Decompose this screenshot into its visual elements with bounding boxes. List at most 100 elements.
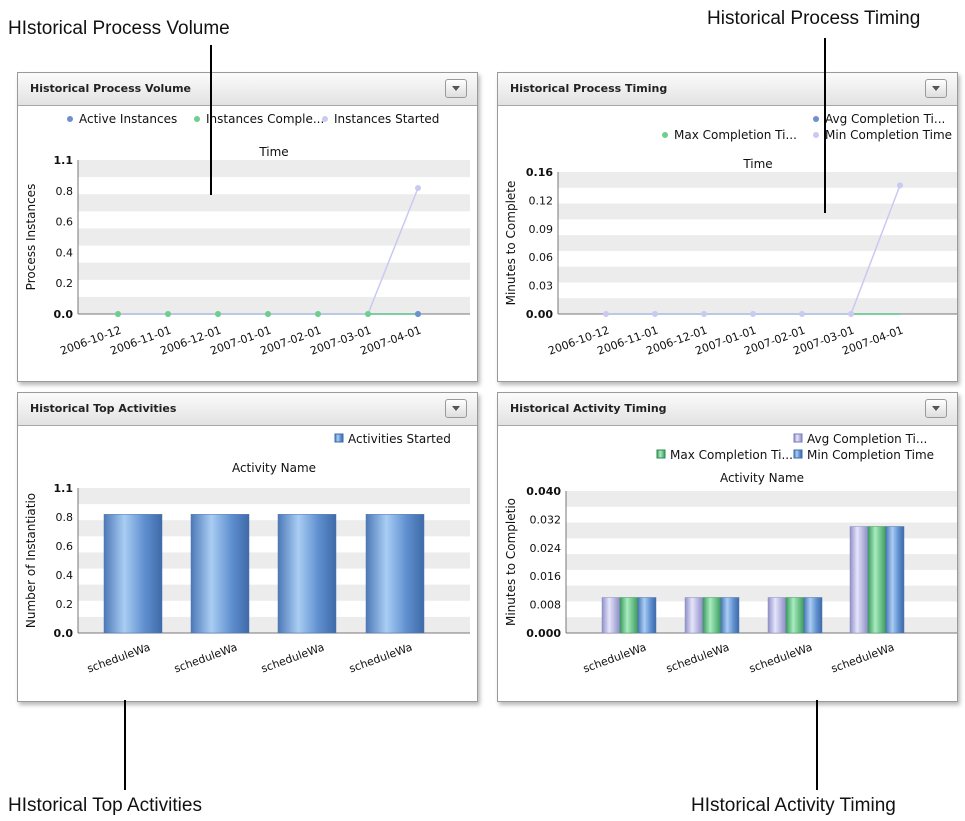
bar	[619, 597, 639, 634]
chart-title: Activity Name	[720, 471, 804, 485]
top-activities-chart: Activities Started 0.0 0.2 0.4 0.6 0.8 1.1 Acti…	[24, 432, 470, 676]
chevron-down-icon	[452, 86, 460, 91]
data-point	[603, 311, 609, 317]
y-tick-label: 0.024	[530, 542, 562, 555]
y-tick-label: 1.1	[54, 482, 74, 495]
chart-title: Time	[742, 157, 772, 171]
y-tick-label: 0.03	[529, 280, 554, 293]
bar	[785, 597, 805, 634]
legend-label: Max Completion Ti...	[674, 128, 797, 142]
data-point	[315, 311, 321, 317]
x-tick-label: scheduleWa	[829, 641, 896, 676]
callout-top-activities: HIstorical Top Activities	[8, 795, 202, 816]
data-point	[848, 311, 854, 317]
x-tick-label: scheduleWa	[85, 641, 152, 676]
grid-band	[78, 160, 470, 178]
data-point	[115, 311, 121, 317]
y-tick-label: 0.16	[526, 166, 553, 179]
y-axis-label: Number of Instantiatio	[24, 493, 38, 628]
bar	[277, 514, 337, 634]
panel-title: Historical Top Activities	[30, 402, 177, 415]
bar	[849, 526, 869, 634]
y-tick-label: 0.000	[526, 627, 561, 640]
grid-band	[566, 491, 957, 507]
leader-line	[824, 38, 826, 213]
callout-process-timing: Historical Process Timing	[707, 8, 921, 29]
panel-header: Historical Process Volume	[18, 73, 477, 106]
data-point	[799, 311, 805, 317]
grid-band	[558, 266, 957, 283]
bar	[365, 514, 425, 634]
bar	[190, 514, 250, 634]
process-volume-chart: Active Instances Instances Comple... Insta…	[24, 112, 470, 358]
chart-title: Activity Name	[232, 461, 316, 475]
chart-area: Avg Completion Ti... Max Completion Ti...…	[498, 426, 957, 701]
y-tick-label: 0.8	[56, 511, 74, 524]
grid-band	[78, 262, 470, 280]
leader-line	[210, 45, 212, 195]
y-tick-label: 0.0	[54, 627, 74, 640]
data-point	[750, 311, 756, 317]
bar	[103, 514, 163, 634]
x-tick-label: scheduleWa	[172, 641, 239, 676]
data-point	[897, 182, 903, 189]
panel-menu-button[interactable]	[925, 399, 947, 418]
panel-top-activities: Historical Top Activities Activities Sta…	[17, 392, 478, 702]
panel-menu-button[interactable]	[445, 79, 467, 98]
legend-label: Max Completion Ti...	[670, 448, 793, 462]
legend-marker	[813, 116, 819, 122]
y-tick-label: 0.016	[530, 570, 562, 583]
legend-label: Active Instances	[79, 112, 177, 126]
y-tick-label: 0.4	[56, 569, 74, 582]
y-tick-label: 0.06	[529, 251, 554, 264]
callout-process-volume: HIstorical Process Volume	[8, 18, 230, 39]
legend-label: Avg Completion Ti...	[825, 112, 945, 126]
y-tick-label: 0.032	[530, 513, 562, 526]
activity-timing-chart: Avg Completion Ti... Max Completion Ti...…	[504, 432, 957, 676]
y-tick-label: 0.8	[56, 185, 74, 198]
panel-header: Historical Top Activities	[18, 393, 477, 426]
legend-label: Avg Completion Ti...	[807, 432, 927, 446]
chart-title: Time	[258, 145, 288, 159]
y-tick-label: 0.0	[54, 308, 74, 321]
panel-process-timing: Historical Process Timing Avg Completion…	[497, 72, 958, 382]
panel-title: Historical Activity Timing	[510, 402, 667, 415]
legend-label: Min Completion Time	[807, 448, 934, 462]
legend-marker	[334, 433, 344, 443]
x-tick-label: scheduleWa	[664, 641, 731, 676]
chart-area: Avg Completion Ti... Max Completion Ti...…	[498, 106, 957, 381]
data-point	[415, 311, 421, 317]
bar	[601, 597, 621, 634]
y-tick-label: 1.1	[54, 154, 74, 167]
y-tick-label: 0.2	[56, 277, 74, 290]
y-tick-label: 0.09	[529, 223, 554, 236]
data-point	[701, 311, 707, 317]
bar	[767, 597, 787, 634]
data-point	[215, 311, 221, 317]
x-tick-label: scheduleWa	[259, 641, 326, 676]
legend-label: Activities Started	[348, 432, 451, 446]
data-point	[165, 311, 171, 317]
legend-label: Instances Started	[334, 112, 439, 126]
x-tick-label: scheduleWa	[581, 641, 648, 676]
panel-menu-button[interactable]	[445, 399, 467, 418]
legend-label: Min Completion Time	[825, 128, 952, 142]
panel-menu-button[interactable]	[925, 79, 947, 98]
panel-activity-timing: Historical Activity Timing Avg Completio…	[497, 392, 958, 702]
panel-title: Historical Process Volume	[30, 82, 192, 95]
y-tick-label: 0.6	[56, 540, 74, 553]
grid-band	[558, 235, 957, 251]
legend-marker	[813, 132, 819, 138]
grid-band	[558, 203, 957, 220]
y-axis-label: Process Instances	[24, 184, 38, 291]
bar	[684, 597, 704, 634]
legend-marker	[322, 116, 328, 122]
bar	[867, 526, 887, 634]
y-axis-label: Minutes to Completio	[504, 498, 518, 626]
y-axis-label: Minutes to Complete	[504, 181, 518, 306]
data-point	[365, 311, 371, 317]
chart-area: Active Instances Instances Comple... Insta…	[18, 106, 477, 381]
bar	[803, 597, 823, 634]
y-tick-label: 0.008	[530, 599, 562, 612]
legend-marker	[662, 132, 668, 138]
